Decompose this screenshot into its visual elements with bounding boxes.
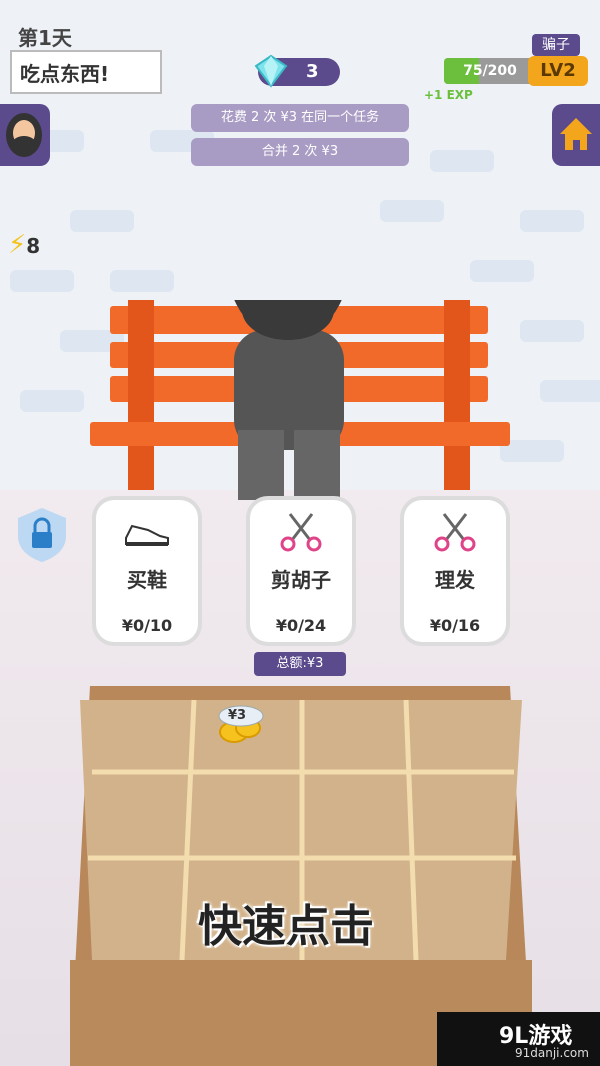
tap-quickly-overlay: 快速点击: [198, 901, 374, 952]
shoe-icon: [125, 524, 169, 546]
task-banner: 吃点东西!: [10, 50, 162, 94]
task-card-shoes[interactable]: 买鞋 ¥0/10: [96, 500, 198, 642]
energy-value: 8: [26, 234, 41, 258]
diamond-icon: [254, 54, 288, 88]
rank-badge: 骗子: [532, 34, 580, 56]
xp-text: 75/200: [463, 63, 517, 79]
task-card-haircut[interactable]: 理发 ¥0/16: [404, 500, 506, 642]
scissors-icon: [280, 513, 322, 552]
task-card-name: 理发: [435, 568, 475, 592]
hint-merge: 合并 2 次 ¥3: [191, 138, 409, 166]
task-card-beard[interactable]: 剪胡子 ¥0/24: [250, 500, 352, 642]
task-card-price: ¥0/24: [275, 616, 327, 635]
level-badge: LV2: [528, 56, 588, 86]
watermark-sub: 91danji.com: [515, 1046, 589, 1060]
xp-gain-text: +1 EXP: [424, 88, 473, 102]
cardboard-box: [70, 686, 532, 1066]
total-amount: 总额:¥3: [254, 652, 346, 676]
day-label: 第1天: [18, 26, 72, 50]
watermark: 9L游戏 91danji.com: [437, 1012, 600, 1066]
avatar-icon: [6, 113, 42, 157]
bench-with-character: [90, 300, 510, 500]
gem-count: 3: [306, 61, 319, 82]
task-card-price: ¥0/10: [121, 616, 173, 635]
hint-spend: 花费 2 次 ¥3 在同一个任务: [191, 104, 409, 132]
energy-counter: ⚡8: [8, 230, 40, 260]
home-icon: [560, 118, 592, 150]
scissors-icon: [434, 513, 476, 552]
lightning-icon: ⚡: [8, 230, 27, 260]
coin-label: ¥3: [228, 708, 247, 723]
task-card-name: 剪胡子: [271, 568, 331, 592]
task-card-price: ¥0/16: [429, 616, 481, 635]
lock-shield-icon[interactable]: [14, 506, 70, 564]
home-button[interactable]: [552, 104, 600, 166]
xp-bar: 75/200: [444, 58, 536, 84]
gem-counter[interactable]: 3: [254, 54, 340, 88]
task-card-name: 买鞋: [127, 568, 167, 592]
character-avatar-button[interactable]: [0, 104, 50, 166]
